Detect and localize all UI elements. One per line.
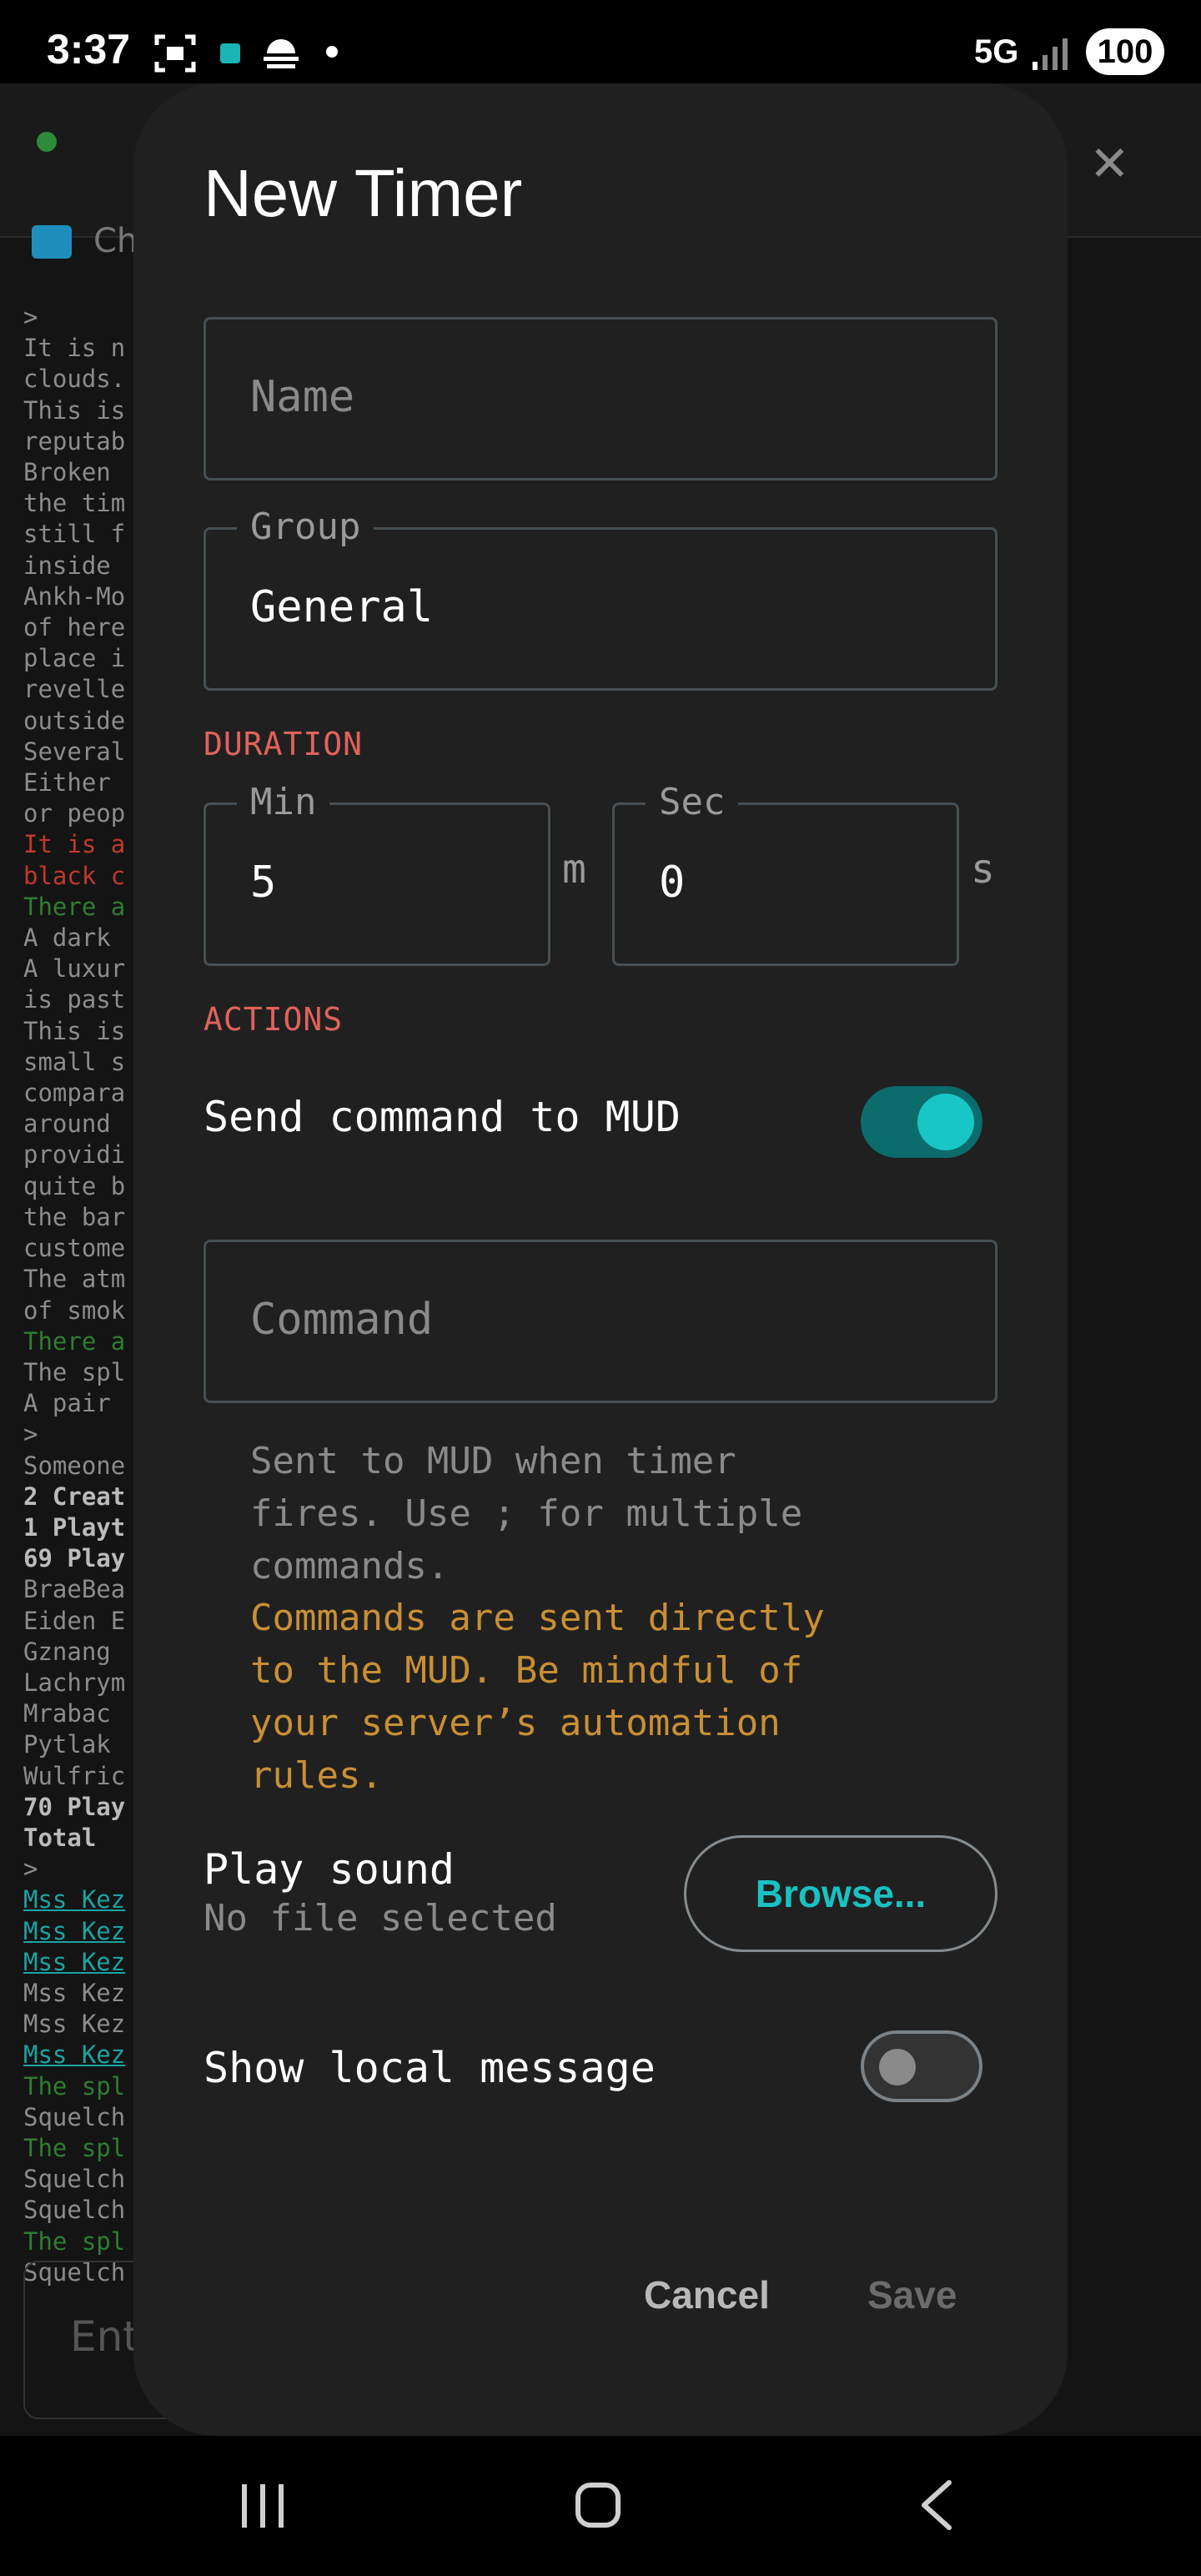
seconds-unit: s [971, 846, 995, 893]
group-value: General [250, 582, 434, 632]
cancel-button[interactable]: Cancel [644, 2272, 770, 2317]
chat-icon[interactable] [32, 225, 72, 259]
name-placeholder: Name [250, 372, 355, 422]
browse-button[interactable]: Browse... [684, 1835, 997, 1952]
save-button[interactable]: Save [867, 2272, 957, 2317]
send-command-label: Send command to MUD [204, 1093, 681, 1141]
close-icon[interactable]: ✕ [1089, 135, 1130, 192]
chat-tab-label[interactable]: Ch [93, 222, 138, 260]
group-label: Group [237, 509, 374, 546]
send-command-toggle[interactable] [861, 1086, 982, 1158]
back-icon[interactable] [917, 2478, 954, 2533]
app-notification-icon [220, 43, 240, 63]
minutes-label: Min [237, 784, 330, 821]
connection-status-dot [37, 132, 57, 152]
minutes-value: 5 [250, 858, 277, 908]
play-sound-label: Play sound [204, 1845, 455, 1894]
duration-header: DURATION [204, 726, 364, 762]
command-helper-text: Sent to MUD when timer fires. Use ; for … [250, 1440, 803, 1587]
command-warning-text: Commands are sent directly to the MUD. B… [250, 1597, 825, 1797]
minutes-unit: m [562, 846, 586, 893]
command-input-placeholder: Ent [70, 2312, 139, 2361]
actions-header: ACTIONS [204, 1001, 344, 1038]
navigation-bar [0, 2436, 1201, 2576]
seconds-label: Sec [646, 784, 739, 821]
toggle-knob [917, 1094, 974, 1150]
weather-icon [264, 39, 299, 68]
dialog-title: New Timer [204, 156, 523, 230]
command-placeholder: Command [250, 1295, 434, 1345]
seconds-value: 0 [659, 858, 686, 908]
toggle-knob [879, 2049, 916, 2085]
signal-icon [1033, 38, 1068, 70]
play-sound-file-status: No file selected [204, 1897, 557, 1940]
local-message-toggle[interactable] [861, 2030, 982, 2102]
status-time: 3:37 [47, 26, 131, 73]
battery-indicator: 100 [1086, 28, 1164, 75]
network-indicator: 5G [974, 33, 1019, 70]
home-icon[interactable] [575, 2483, 621, 2528]
recent-apps-icon[interactable] [239, 2484, 287, 2528]
notification-dot-icon [326, 46, 338, 58]
screenshot-icon [154, 34, 196, 73]
local-message-label: Show local message [204, 2044, 656, 2092]
new-timer-dialog: New Timer Name Group General DURATION Mi… [133, 83, 1068, 2436]
